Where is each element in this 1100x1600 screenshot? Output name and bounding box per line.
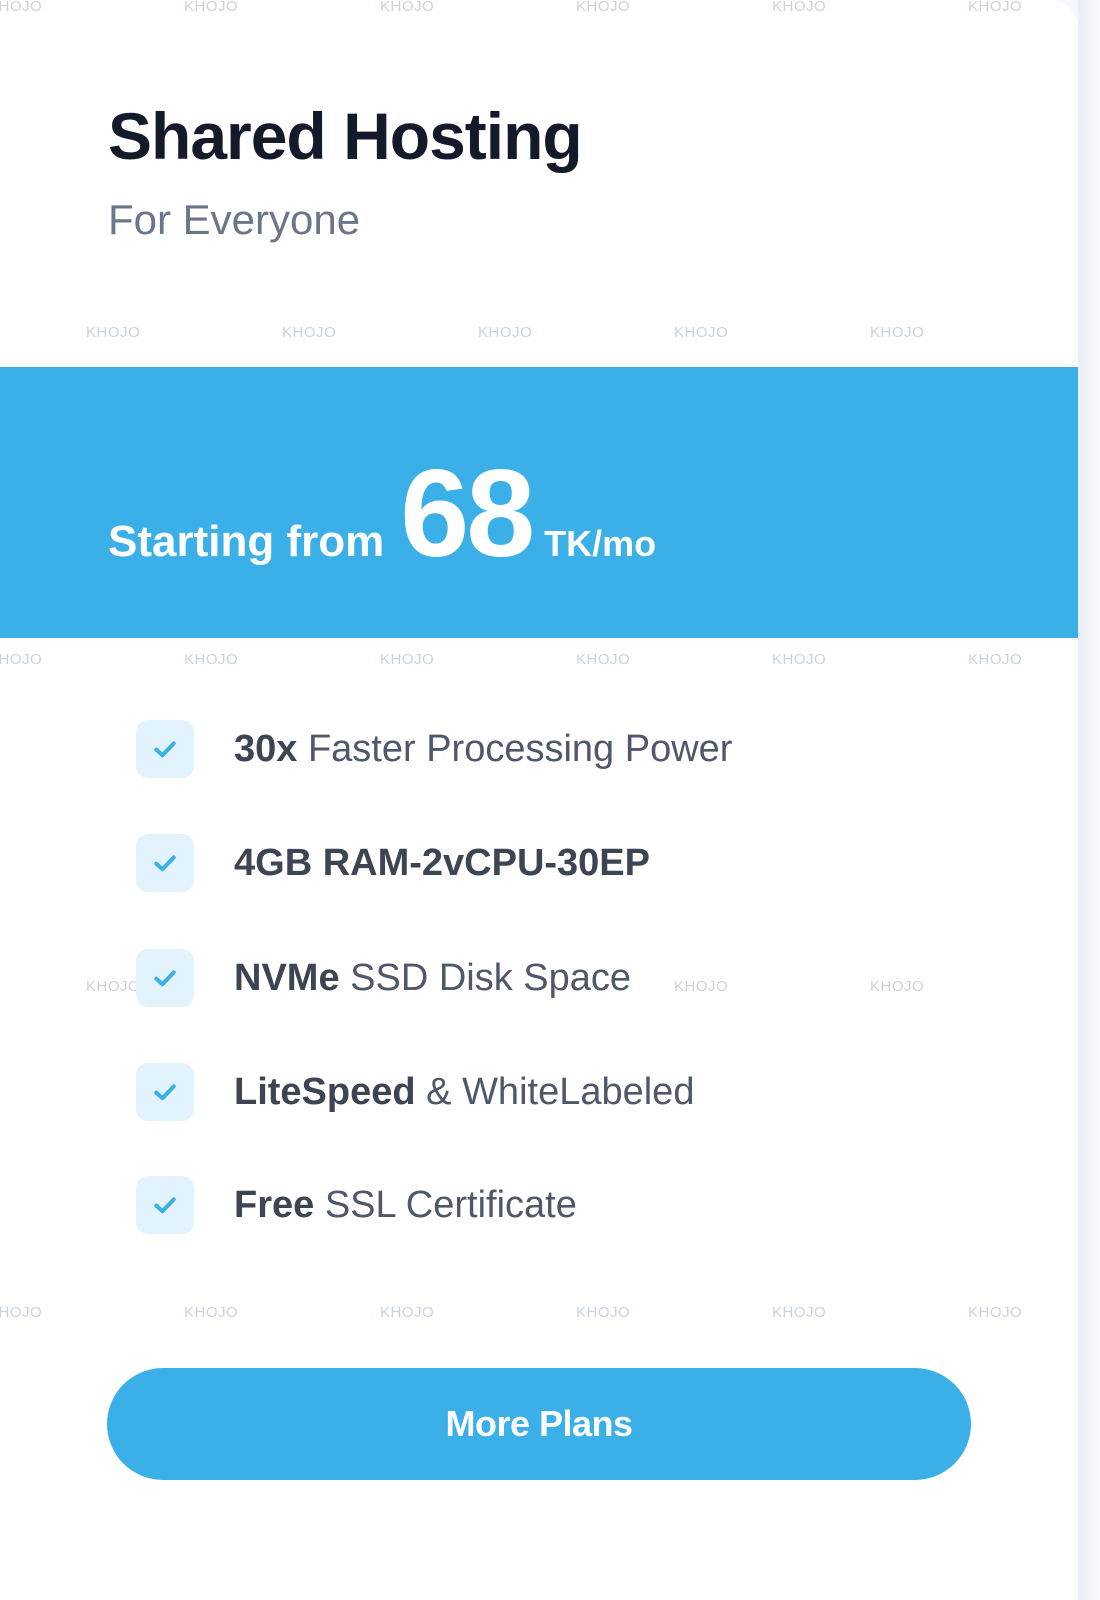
watermark: KHOJO [576,0,631,15]
watermark: KHOJO [0,651,43,668]
check-icon [136,720,194,778]
watermark: KHOJO [184,0,239,15]
watermark: KHOJO [674,978,729,995]
watermark: KHOJO [478,324,533,341]
watermark: KHOJO [184,651,239,668]
feature-text: 4GB RAM-2vCPU-30EP [234,841,650,884]
watermark: KHOJO [380,1304,435,1321]
plan-title: Shared Hosting [108,99,583,173]
watermark: KHOJO [968,651,1023,668]
watermark: KHOJO [772,0,827,15]
watermark: KHOJO [184,1304,239,1321]
feature-item: LiteSpeed & WhiteLabeled [136,1063,694,1121]
pricing-card: KHOJO KHOJO KHOJO KHOJO KHOJO KHOJO KHOJ… [0,0,1078,1600]
feature-text: NVMe SSD Disk Space [234,956,632,999]
watermark: KHOJO [576,1304,631,1321]
watermark: KHOJO [968,1304,1023,1321]
check-icon [136,834,194,892]
feature-item: NVMe SSD Disk Space [136,949,631,1007]
check-icon [136,949,194,1007]
more-plans-button[interactable]: More Plans [107,1368,971,1480]
price-prefix: Starting from [108,517,385,566]
watermark: KHOJO [0,1304,43,1321]
check-icon [136,1176,194,1234]
check-icon [136,1063,194,1121]
feature-text: LiteSpeed & WhiteLabeled [234,1070,695,1113]
feature-item: 4GB RAM-2vCPU-30EP [136,834,650,892]
watermark: KHOJO [772,651,827,668]
watermark: KHOJO [380,0,435,15]
watermark: KHOJO [772,1304,827,1321]
price-row: Starting from 68 TK/mo [108,452,656,576]
price-amount: 68 [400,445,535,583]
watermark: KHOJO [870,978,925,995]
feature-item: 30x Faster Processing Power [136,720,732,778]
watermark: KHOJO [86,324,141,341]
feature-item: Free SSL Certificate [136,1176,577,1234]
watermark: KHOJO [674,324,729,341]
card-edge [1078,0,1100,1600]
feature-text: 30x Faster Processing Power [234,727,733,770]
feature-text: Free SSL Certificate [234,1183,577,1226]
watermark: KHOJO [86,978,141,995]
watermark: KHOJO [968,0,1023,15]
watermark: KHOJO [0,0,43,15]
watermark: KHOJO [576,651,631,668]
plan-subtitle: For Everyone [108,196,361,243]
watermark: KHOJO [282,324,337,341]
watermark: KHOJO [380,651,435,668]
watermark: KHOJO [870,324,925,341]
price-unit: TK/mo [544,523,657,564]
